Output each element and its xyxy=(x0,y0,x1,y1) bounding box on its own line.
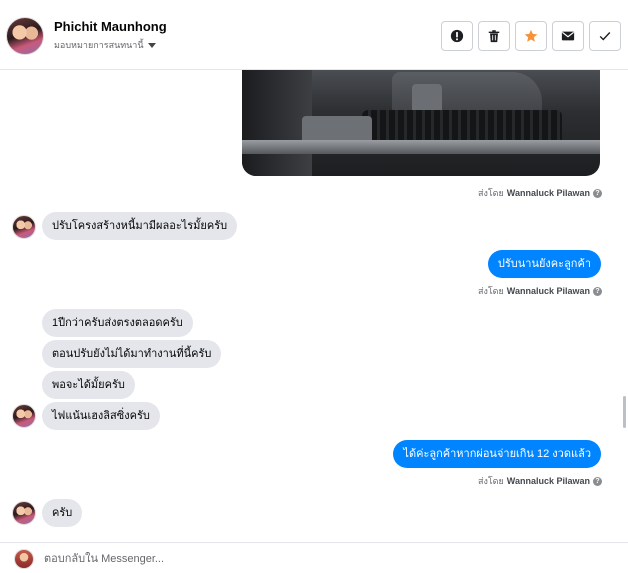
report-button[interactable] xyxy=(441,21,473,51)
delete-button[interactable] xyxy=(478,21,510,51)
check-icon xyxy=(599,32,611,41)
question-icon[interactable]: ? xyxy=(593,476,602,486)
conversation-header: Phichit Maunhong มอบหมายการสนทนานี้ xyxy=(0,0,628,70)
sender-name[interactable]: Wannaluck Pilawan xyxy=(507,286,590,296)
sender-name[interactable]: Wannaluck Pilawan xyxy=(507,476,590,486)
assign-conversation-dropdown[interactable]: มอบหมายการสนทนานี้ xyxy=(54,38,156,52)
message-image-car-interior[interactable] xyxy=(242,70,600,176)
incoming-message[interactable]: พอจะได้มั้ยครับ xyxy=(42,371,135,399)
mark-unread-button[interactable] xyxy=(552,21,584,51)
alert-circle-icon xyxy=(450,29,464,43)
assign-label: มอบหมายการสนทนานี้ xyxy=(54,40,144,50)
conversation-actions xyxy=(441,21,621,51)
incoming-message[interactable]: 1ปีกว่าครับส่งตรงตลอดครับ xyxy=(42,309,193,337)
incoming-message[interactable]: ปรับโครงสร้างหนี้มามีผลอะไรมั้ยครับ xyxy=(42,212,238,240)
mark-done-button[interactable] xyxy=(589,21,621,51)
customer-avatar[interactable] xyxy=(12,501,36,525)
message-thread[interactable]: ส่งโดย Wannaluck Pilawan ? ปรับโครงสร้าง… xyxy=(0,70,628,542)
sent-by-meta: ส่งโดย Wannaluck Pilawan ? xyxy=(478,474,602,488)
trash-icon xyxy=(488,30,500,43)
outgoing-message[interactable]: ปรับนานยังคะลูกค้า xyxy=(487,250,601,278)
contact-name[interactable]: Phichit Maunhong xyxy=(54,19,167,34)
outgoing-message[interactable]: ได้ค่ะลูกค้าหากผ่อนจ่ายเกิน 12 งวดแล้ว xyxy=(393,440,601,468)
scrollbar-thumb[interactable] xyxy=(623,396,626,428)
reply-composer xyxy=(0,542,628,573)
question-icon[interactable]: ? xyxy=(593,286,602,296)
envelope-icon xyxy=(561,31,575,41)
star-button[interactable] xyxy=(515,21,547,51)
star-icon xyxy=(524,29,538,42)
sent-by-meta: ส่งโดย Wannaluck Pilawan ? xyxy=(478,284,602,298)
customer-avatar[interactable] xyxy=(12,215,36,239)
incoming-message[interactable]: ตอนปรับยังไม่ได้มาทำงานที่นี้ครับ xyxy=(42,340,222,368)
contact-avatar[interactable] xyxy=(6,17,44,55)
caret-down-icon xyxy=(147,42,156,48)
reply-input[interactable] xyxy=(44,551,604,567)
customer-avatar[interactable] xyxy=(12,404,36,428)
question-icon[interactable]: ? xyxy=(593,188,602,198)
incoming-message[interactable]: ไฟแน้นเฮงลิสซิ่งครับ xyxy=(42,402,160,430)
page-avatar xyxy=(14,549,34,569)
sender-name[interactable]: Wannaluck Pilawan xyxy=(507,188,590,198)
incoming-message[interactable]: ครับ xyxy=(42,499,83,527)
sent-by-meta: ส่งโดย Wannaluck Pilawan ? xyxy=(478,186,602,200)
